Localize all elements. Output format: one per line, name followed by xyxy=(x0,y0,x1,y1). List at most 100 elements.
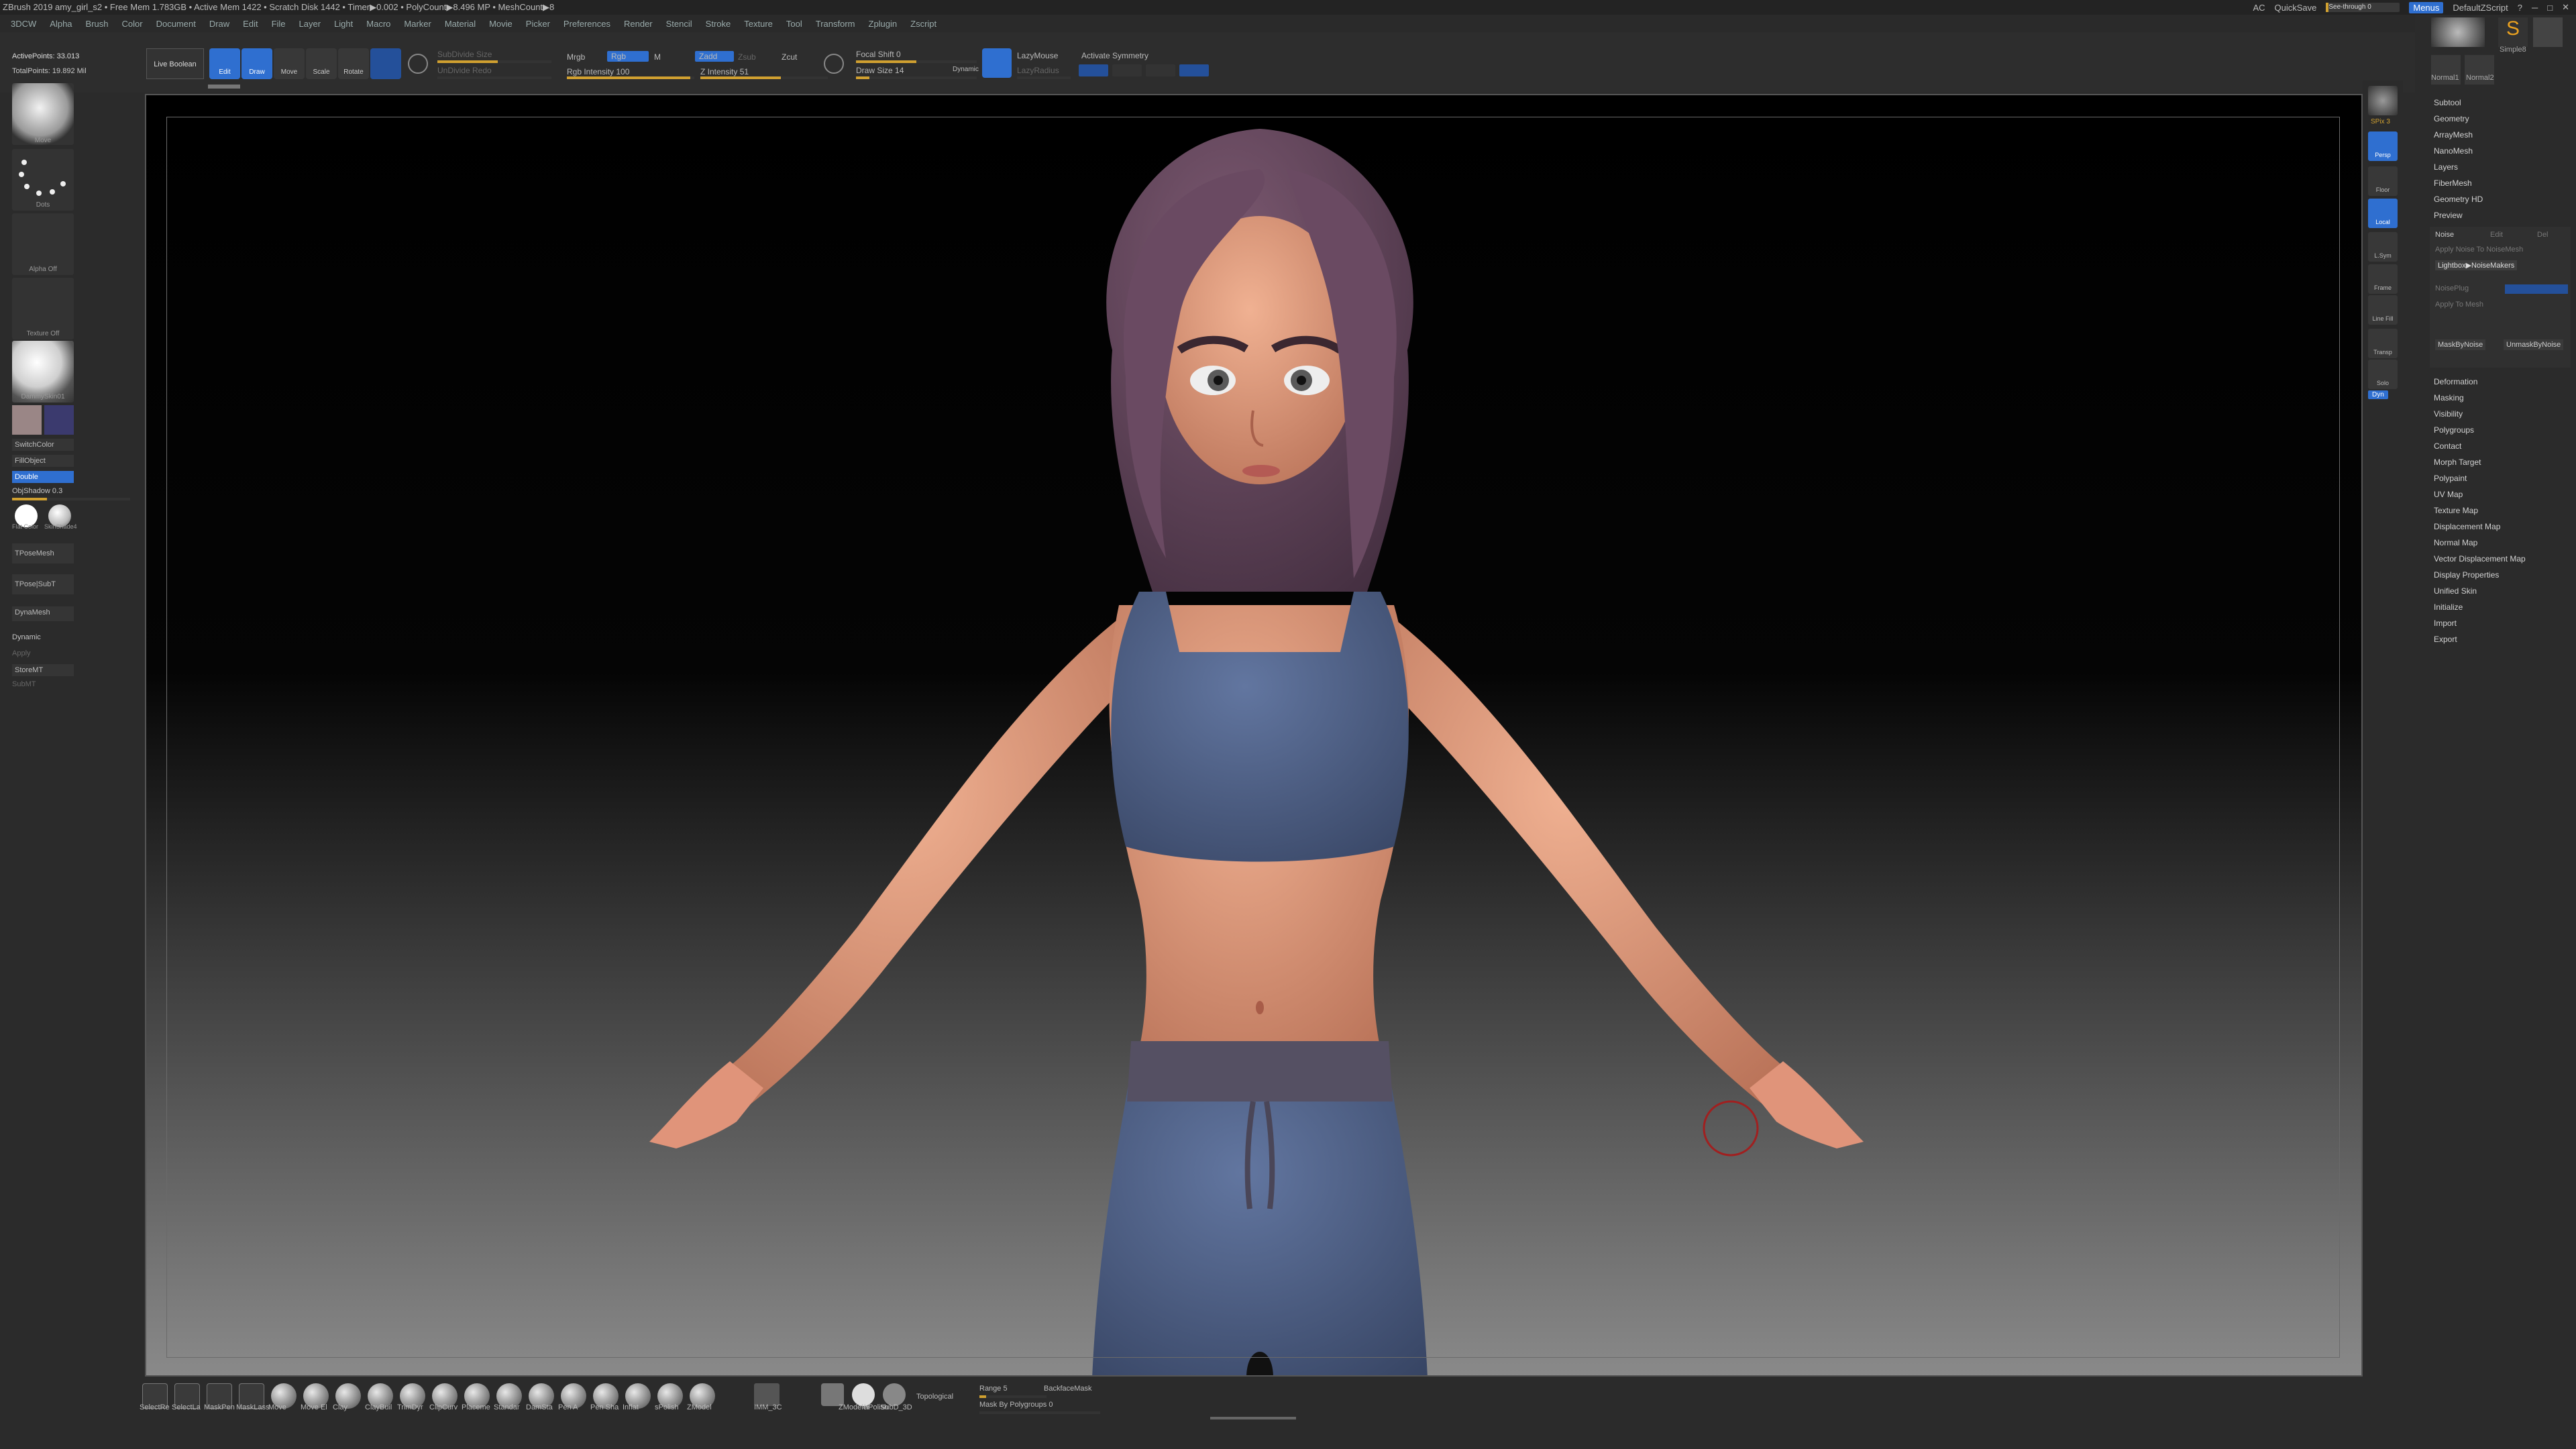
palette-arraymesh[interactable]: ArrayMesh xyxy=(2434,130,2473,140)
menu-layer[interactable]: Layer xyxy=(299,19,321,29)
palette-vector-displacement-map[interactable]: Vector Displacement Map xyxy=(2434,554,2526,564)
range-slider[interactable] xyxy=(979,1395,1046,1398)
dynamic-persp-button[interactable]: Persp xyxy=(2368,131,2398,161)
canvas-viewport[interactable] xyxy=(145,94,2363,1377)
mask-by-noise-button[interactable]: MaskByNoise xyxy=(2435,339,2486,350)
lazymouse-button[interactable]: LazyMouse xyxy=(1017,51,1058,60)
palette-import[interactable]: Import xyxy=(2434,619,2457,628)
edit-button-surface[interactable]: Edit xyxy=(2490,231,2503,239)
tool-thumb-1[interactable] xyxy=(2431,17,2485,47)
palette-subtool[interactable]: Subtool xyxy=(2434,98,2461,107)
palette-nanomesh[interactable]: NanoMesh xyxy=(2434,146,2473,156)
hpolish-icon[interactable] xyxy=(852,1383,875,1406)
obj-shadow-slider[interactable] xyxy=(12,498,130,500)
close-icon[interactable]: ✕ xyxy=(2562,2,2569,13)
menu-color[interactable]: Color xyxy=(122,19,143,29)
default-zscript-button[interactable]: DefaultZScript xyxy=(2453,3,2508,13)
main-color-swatch[interactable] xyxy=(12,405,42,435)
del-button[interactable]: Del xyxy=(2537,231,2548,239)
topological-label[interactable]: Topological xyxy=(916,1393,953,1401)
palette-display-properties[interactable]: Display Properties xyxy=(2434,570,2499,580)
local-button[interactable]: Local xyxy=(2368,199,2398,228)
linefill-button[interactable]: Line Fill xyxy=(2368,295,2398,325)
solo-button[interactable]: Solo xyxy=(2368,360,2398,389)
m-button[interactable]: M xyxy=(654,52,661,62)
imm-3c-icon[interactable] xyxy=(754,1383,780,1406)
palette-initialize[interactable]: Initialize xyxy=(2434,602,2463,612)
draw-button[interactable]: Draw xyxy=(241,48,272,79)
palette-morph-target[interactable]: Morph Target xyxy=(2434,458,2481,467)
palette-displacement-map[interactable]: Displacement Map xyxy=(2434,522,2500,531)
frame-button[interactable]: Frame xyxy=(2368,264,2398,294)
menu-document[interactable]: Document xyxy=(156,19,196,29)
draw-size-slider[interactable] xyxy=(856,76,977,79)
menu-macro[interactable]: Macro xyxy=(366,19,390,29)
symmetry-x-button[interactable] xyxy=(1079,64,1108,76)
maximize-icon[interactable]: □ xyxy=(2547,3,2553,13)
menu-material[interactable]: Material xyxy=(445,19,476,29)
brush-picker[interactable] xyxy=(12,83,74,145)
zadd-button[interactable]: Zadd xyxy=(695,51,734,62)
shelf-scroll-handle[interactable] xyxy=(208,85,240,89)
menu-draw[interactable]: Draw xyxy=(209,19,229,29)
bottom-scroll-handle[interactable] xyxy=(1210,1417,1296,1419)
lazymouse-icon[interactable] xyxy=(982,48,1012,78)
menu-zscript[interactable]: Zscript xyxy=(910,19,936,29)
palette-polypaint[interactable]: Polypaint xyxy=(2434,474,2467,483)
ac-label[interactable]: AC xyxy=(2253,3,2265,13)
palette-preview[interactable]: Preview xyxy=(2434,211,2463,220)
menu-movie[interactable]: Movie xyxy=(489,19,513,29)
mrgb-button[interactable]: Mrgb xyxy=(567,52,585,62)
edit-button[interactable]: Edit xyxy=(209,48,240,79)
menu-alpha[interactable]: Alpha xyxy=(50,19,72,29)
menu-file[interactable]: File xyxy=(272,19,286,29)
subd-icon[interactable] xyxy=(883,1383,906,1406)
menu-zplugin[interactable]: Zplugin xyxy=(869,19,898,29)
unmask-by-noise-button[interactable]: UnmaskByNoise xyxy=(2504,339,2564,350)
double-button[interactable]: Double xyxy=(12,471,74,483)
palette-geometry[interactable]: Geometry xyxy=(2434,114,2469,123)
palette-texture-map[interactable]: Texture Map xyxy=(2434,506,2478,515)
fill-object-button[interactable]: FillObject xyxy=(12,455,74,467)
symmetry-y-button[interactable] xyxy=(1112,64,1142,76)
live-boolean-button[interactable]: Live Boolean xyxy=(146,48,204,79)
dynamic-label[interactable]: Dynamic xyxy=(12,633,41,641)
see-through-slider[interactable]: See-through 0 xyxy=(2326,3,2400,12)
floor-button[interactable]: Floor xyxy=(2368,166,2398,196)
rgb-button[interactable]: Rgb xyxy=(607,51,649,62)
palette-layers[interactable]: Layers xyxy=(2434,162,2458,172)
menu-marker[interactable]: Marker xyxy=(404,19,431,29)
tpose-mesh-button[interactable]: TPoseMesh xyxy=(12,543,74,564)
quicksave-button[interactable]: QuickSave xyxy=(2275,3,2317,13)
move-button[interactable]: Move xyxy=(274,48,305,79)
apply-noise-button[interactable]: Apply Noise To NoiseMesh xyxy=(2435,246,2523,254)
menu-picker[interactable]: Picker xyxy=(526,19,550,29)
palette-uv-map[interactable]: UV Map xyxy=(2434,490,2463,499)
menu-transform[interactable]: Transform xyxy=(816,19,855,29)
menu-stroke[interactable]: Stroke xyxy=(706,19,731,29)
palette-export[interactable]: Export xyxy=(2434,635,2457,644)
symmetry-z-button[interactable] xyxy=(1146,64,1175,76)
focal-icon[interactable] xyxy=(824,54,844,74)
palette-deformation[interactable]: Deformation xyxy=(2434,377,2477,386)
scale-button[interactable]: Scale xyxy=(306,48,337,79)
lsym-button[interactable]: L.Sym xyxy=(2368,232,2398,262)
minimize-icon[interactable]: ─ xyxy=(2532,3,2538,13)
menu-preferences[interactable]: Preferences xyxy=(564,19,610,29)
menu-stencil[interactable]: Stencil xyxy=(666,19,692,29)
lazyradius-slider[interactable] xyxy=(1017,76,1071,79)
polyf-icon[interactable] xyxy=(408,54,428,74)
z-intensity-slider[interactable] xyxy=(700,76,828,79)
palette-contact[interactable]: Contact xyxy=(2434,441,2461,451)
menu-render[interactable]: Render xyxy=(624,19,653,29)
dynamesh-button[interactable]: DynaMesh xyxy=(12,606,74,621)
dyn-button[interactable]: Dyn xyxy=(2368,390,2388,399)
menus-button[interactable]: Menus xyxy=(2409,1,2444,13)
palette-normal-map[interactable]: Normal Map xyxy=(2434,538,2477,547)
palette-geometry-hd[interactable]: Geometry HD xyxy=(2434,195,2483,204)
zmodeler-icon[interactable] xyxy=(821,1383,844,1406)
gizmo-button[interactable] xyxy=(370,48,401,79)
mask-by-polygroups-slider[interactable] xyxy=(979,1411,1100,1414)
palette-masking[interactable]: Masking xyxy=(2434,393,2464,402)
apply-to-mesh-button[interactable]: Apply To Mesh xyxy=(2435,301,2483,309)
